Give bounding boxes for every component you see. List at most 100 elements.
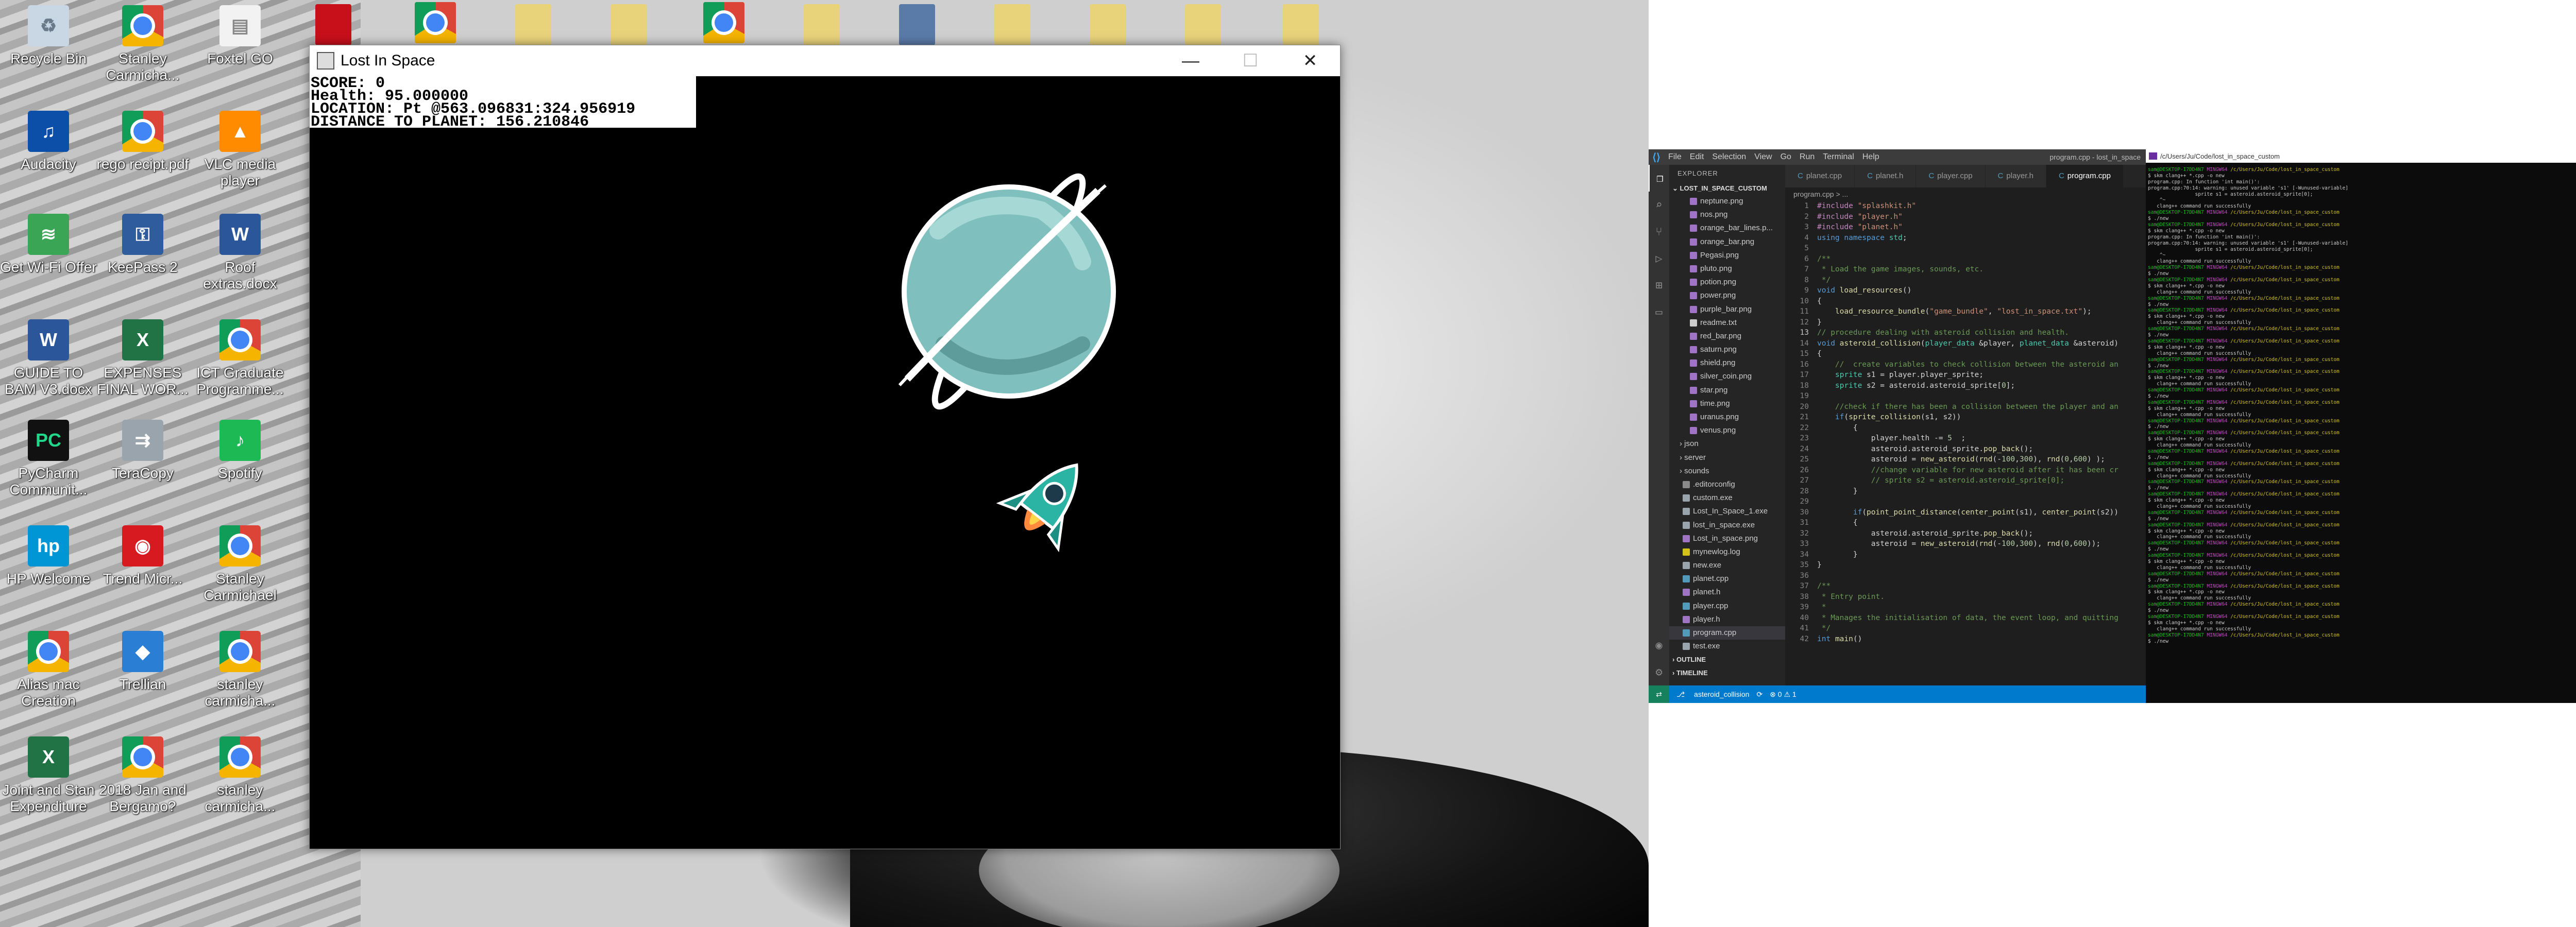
breadcrumb[interactable]: program.cpp > ... (1785, 187, 2146, 201)
desktop-icon-guide[interactable]: W GUIDE TO BAM V3.docx (0, 319, 97, 398)
terminal-minimize-button[interactable]: — (2573, 151, 2576, 161)
desktop-icon-chrome-stanley4[interactable]: stanley carmicha... (192, 736, 289, 815)
game-titlebar[interactable]: Lost In Space — ☐ ✕ (310, 45, 1340, 76)
explorer-file-item[interactable]: neptune.png (1669, 195, 1785, 208)
desktop-icon-alias[interactable]: Alias mac Creation (0, 631, 97, 709)
explorer-file-item[interactable]: program.cpp (1669, 626, 1785, 640)
desktop-icon-teracopy[interactable]: ⇉ TeraCopy (94, 420, 191, 482)
explorer-file-item[interactable]: uranus.png (1669, 410, 1785, 424)
tab-program-cpp[interactable]: Cprogram.cpp (2046, 165, 2124, 187)
explorer-icon[interactable]: ❐ (1649, 165, 1670, 192)
folder-icon[interactable] (1283, 4, 1319, 45)
explorer-file-item[interactable]: orange_bar_lines.p... (1669, 221, 1785, 235)
menu-item-selection[interactable]: Selection (1712, 152, 1746, 161)
code-editor[interactable]: 1 #include "splashkit.h" 2 #include "player… (1785, 201, 2146, 685)
desktop-icon-getwifi[interactable]: ≋ Get Wi-Fi Offer (0, 214, 97, 276)
chrome-profile-icon[interactable] (703, 2, 744, 43)
explorer-file-item[interactable]: planet.h (1669, 586, 1785, 599)
menu-item-file[interactable]: File (1668, 152, 1682, 161)
menu-item-go[interactable]: Go (1781, 152, 1791, 161)
explorer-file-item[interactable]: mynewlog.log (1669, 545, 1785, 559)
desktop-icon-vlc[interactable]: ▲ VLC media player (192, 111, 289, 189)
desktop-icon-hp[interactable]: hp HP Welcome (0, 525, 97, 587)
explorer-file-item[interactable]: star.png (1669, 384, 1785, 397)
desktop-icon-bergamo[interactable]: 2018 Jan and Bergamo? (94, 736, 191, 815)
explorer-file-item[interactable]: › sounds (1669, 465, 1785, 478)
desktop-icon-rego[interactable]: rego recipt.pdf (94, 111, 191, 173)
explorer-file-item[interactable]: Lost_In_Space_1.exe (1669, 505, 1785, 518)
explorer-file-item[interactable]: venus.png (1669, 424, 1785, 437)
vscode-window[interactable]: ⟨⟩ File Edit Selection View Go Run Terminal Hel… (1649, 149, 2146, 703)
explorer-file-item[interactable]: orange_bar.png (1669, 235, 1785, 249)
menu-item-view[interactable]: View (1754, 152, 1772, 161)
gear-icon[interactable]: ⚙ (1649, 659, 1669, 685)
pdf-icon[interactable] (315, 4, 351, 45)
desktop-icon-chrome-stanley2[interactable]: Stanley Carmichael (192, 525, 289, 604)
tab-planet-h[interactable]: Cplanet.h (1855, 165, 1917, 187)
outline-section[interactable]: › OUTLINE (1669, 653, 1785, 666)
source-control-icon[interactable]: ⑂ (1649, 218, 1669, 245)
desktop-icon-trellian[interactable]: ◆ Trellian (94, 631, 191, 693)
desktop-icon-trendmicro[interactable]: ◉ Trend Micr... (94, 525, 191, 587)
explorer-file-item[interactable]: › server (1669, 451, 1785, 465)
account-icon[interactable]: ◉ (1649, 632, 1669, 659)
explorer-file-item[interactable]: time.png (1669, 397, 1785, 410)
minimize-button[interactable]: — (1161, 45, 1221, 76)
folder-icon[interactable] (899, 4, 935, 45)
explorer-file-item[interactable]: custom.exe (1669, 491, 1785, 505)
desktop-icon-ictgrad[interactable]: ICT Graduate Programme... (192, 319, 289, 398)
folder-icon[interactable] (994, 4, 1030, 45)
tab-player-cpp[interactable]: Cplayer.cpp (1916, 165, 1986, 187)
desktop-icon-chrome-stanley1[interactable]: Stanley Carmicha... (94, 5, 191, 83)
explorer-file-item[interactable]: Pegasi.png (1669, 249, 1785, 262)
close-button[interactable]: ✕ (1280, 45, 1340, 76)
desktop-icon-joint[interactable]: X Joint and Stan Expenditure (0, 736, 97, 815)
terminal-output[interactable]: sam@DESKTOP-I7DD4N7 MINGW64 /c/Users/Ju/… (2146, 163, 2576, 644)
remote-explorer-icon[interactable]: ▭ (1649, 299, 1669, 325)
terminal-titlebar[interactable]: /c/Users/Ju/Code/lost_in_space_custom — … (2146, 149, 2576, 163)
explorer-file-item[interactable]: purple_bar.png (1669, 303, 1785, 316)
desktop-icon-foxtel[interactable]: ▤ Foxtel GO (192, 5, 289, 67)
explorer-file-item[interactable]: player.cpp (1669, 599, 1785, 613)
folder-icon[interactable] (1185, 4, 1221, 45)
explorer-file-item[interactable]: new.exe (1669, 559, 1785, 572)
game-canvas[interactable]: SCORE: 0 Health: 95.000000 LOCATION: Pt … (310, 76, 1340, 849)
desktop-icon-roof[interactable]: W Roof extras.docx (192, 214, 289, 292)
sync-icon[interactable]: ⟳ (1756, 690, 1762, 699)
explorer-file-item[interactable]: › json (1669, 437, 1785, 451)
explorer-file-item[interactable]: saturn.png (1669, 343, 1785, 356)
menu-item-help[interactable]: Help (1862, 152, 1879, 161)
explorer-file-item[interactable]: nos.png (1669, 208, 1785, 221)
desktop-icon-chrome-stanley3[interactable]: stanley carmicha... (192, 631, 289, 709)
tab-player-h[interactable]: Cplayer.h (1985, 165, 2046, 187)
explorer-file-item[interactable]: lost_in_space.exe (1669, 519, 1785, 532)
explorer-file-item[interactable]: potion.png (1669, 276, 1785, 289)
explorer-root-folder[interactable]: ⌄ LOST_IN_SPACE_CUSTOM (1669, 182, 1785, 195)
explorer-file-item[interactable]: player.h (1669, 613, 1785, 626)
run-debug-icon[interactable]: ▷ (1649, 245, 1669, 272)
remote-indicator-icon[interactable]: ⇄ (1649, 685, 1669, 703)
explorer-file-item[interactable]: power.png (1669, 289, 1785, 302)
chrome-icon[interactable] (415, 2, 456, 43)
explorer-file-item[interactable]: test.exe (1669, 640, 1785, 653)
menu-item-run[interactable]: Run (1800, 152, 1815, 161)
tab-planet-cpp[interactable]: Cplanet.cpp (1785, 165, 1855, 187)
folder-icon[interactable] (611, 4, 647, 45)
search-icon[interactable]: ⌕ (1649, 192, 1669, 218)
branch-status[interactable]: ⎇ asteroid_collision (1676, 690, 1749, 699)
game-window[interactable]: Lost In Space — ☐ ✕ SCORE: 0 Health: 95.… (309, 45, 1341, 849)
explorer-file-item[interactable]: .editorconfig (1669, 478, 1785, 491)
desktop-icon-spotify[interactable]: ♪ Spotify (192, 420, 289, 482)
folder-icon[interactable] (804, 4, 840, 45)
extensions-icon[interactable]: ⊞ (1649, 272, 1669, 299)
explorer-file-item[interactable]: Lost_in_space.png (1669, 532, 1785, 545)
desktop-icon-pycharm[interactable]: PC PyCharm Communit... (0, 420, 97, 498)
desktop-icon-recycle[interactable]: ♻ Recycle Bin (0, 5, 97, 67)
explorer-file-item[interactable]: shield.png (1669, 356, 1785, 370)
folder-icon[interactable] (1090, 4, 1126, 45)
explorer-file-item[interactable]: readme.txt (1669, 316, 1785, 330)
terminal-window[interactable]: /c/Users/Ju/Code/lost_in_space_custom — … (2146, 149, 2576, 703)
folder-icon[interactable] (515, 4, 551, 45)
desktop-icon-keepass[interactable]: ⚿ KeePass 2 (94, 214, 191, 276)
menu-item-edit[interactable]: Edit (1690, 152, 1704, 161)
